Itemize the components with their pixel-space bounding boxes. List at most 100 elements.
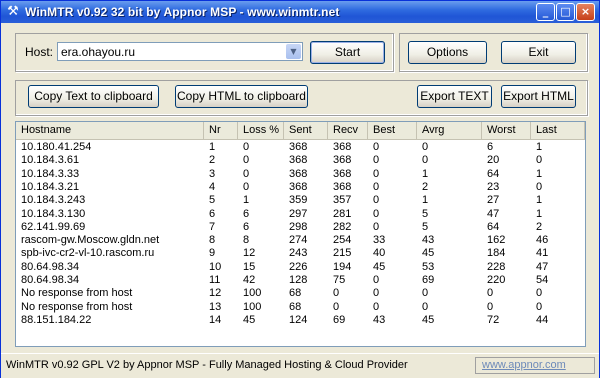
cell-hostname: rascom-gw.Moscow.gldn.net xyxy=(21,234,160,247)
window-title: WinMTR v0.92 32 bit by Appnor MSP - www.… xyxy=(25,5,340,19)
cell-best: 0 xyxy=(373,287,380,300)
cell-best: 40 xyxy=(373,247,386,260)
title-bar[interactable]: ⚒ WinMTR v0.92 32 bit by Appnor MSP - ww… xyxy=(1,1,599,23)
cell-hostname: 10.184.3.61 xyxy=(21,154,80,167)
table-row[interactable]: 10.184.3.21 4 0 368 368 0 2 23 0 xyxy=(16,181,585,194)
cell-avrg: 1 xyxy=(422,167,429,180)
cell-loss: 8 xyxy=(243,234,250,247)
minimize-button[interactable]: _ xyxy=(536,3,555,21)
options-button[interactable]: Options xyxy=(408,41,487,64)
cell-recv: 282 xyxy=(333,220,352,233)
table-row[interactable]: 10.184.3.243 5 1 359 357 0 1 27 1 xyxy=(16,194,585,207)
table-row[interactable]: 10.184.3.61 2 0 368 368 0 0 20 0 xyxy=(16,154,585,167)
table-row[interactable]: spb-ivc-cr2-vl-10.rascom.ru 9 12 243 215 40 45… xyxy=(16,247,585,260)
table-row[interactable]: rascom-gw.Moscow.gldn.net 8 8 274 254 33 43 162… xyxy=(16,234,585,247)
cell-hostname: 62.141.99.69 xyxy=(21,220,86,233)
cell-avrg: 45 xyxy=(422,247,435,260)
cell-recv: 69 xyxy=(333,313,346,326)
cell-worst: 64 xyxy=(487,167,500,180)
cell-last: 1 xyxy=(536,194,543,207)
table-row[interactable]: 80.64.98.34 10 15 226 194 45 53 228 47 xyxy=(16,261,585,274)
table-row[interactable]: 62.141.99.69 7 6 298 282 0 5 64 2 xyxy=(16,221,585,234)
column-header-loss[interactable]: Loss % xyxy=(238,122,284,139)
cell-loss: 0 xyxy=(243,154,250,167)
cell-recv: 357 xyxy=(333,194,352,207)
table-row[interactable]: 10.184.3.130 6 6 297 281 0 5 47 1 xyxy=(16,208,585,221)
cell-loss: 6 xyxy=(243,207,250,220)
status-bar: WinMTR v0.92 GPL V2 by Appnor MSP - Full… xyxy=(1,353,599,378)
cell-loss: 42 xyxy=(243,274,256,286)
host-input[interactable]: era.ohayou.ru xyxy=(61,45,135,59)
host-label: Host: xyxy=(25,45,54,59)
cell-worst: 184 xyxy=(487,247,506,260)
table-row[interactable]: 88.151.184.22 14 45 124 69 43 45 72 44 xyxy=(16,314,585,327)
cell-best: 0 xyxy=(373,300,380,313)
copy-html-button[interactable]: Copy HTML to clipboard xyxy=(175,85,308,108)
cell-best: 0 xyxy=(373,274,380,286)
cell-avrg: 69 xyxy=(422,274,435,286)
cell-sent: 68 xyxy=(289,300,302,313)
cell-loss: 6 xyxy=(243,220,250,233)
export-text-button[interactable]: Export TEXT xyxy=(417,85,492,108)
column-header-hostname[interactable]: Hostname xyxy=(16,122,204,139)
table-row[interactable]: 10.184.3.33 3 0 368 368 0 1 64 1 xyxy=(16,168,585,181)
cell-sent: 297 xyxy=(289,207,308,220)
column-header-recv[interactable]: Recv xyxy=(328,122,368,139)
winmtr-icon: ⚒ xyxy=(7,4,19,19)
list-header: Hostname Nr Loss % Sent Recv Best Avrg Worst Las… xyxy=(16,122,585,140)
table-row[interactable]: No response from host 12 100 68 0 0 0 0 0 xyxy=(16,287,585,300)
export-html-button[interactable]: Export HTML xyxy=(501,85,576,108)
winmtr-window: ⚒ WinMTR v0.92 32 bit by Appnor MSP - ww… xyxy=(0,0,600,378)
cell-nr: 13 xyxy=(209,300,222,313)
cell-hostname: 88.151.184.22 xyxy=(21,313,92,326)
cell-sent: 298 xyxy=(289,220,308,233)
table-row[interactable]: No response from host 13 100 68 0 0 0 0 0 xyxy=(16,301,585,314)
cell-worst: 27 xyxy=(487,194,500,207)
cell-best: 0 xyxy=(373,154,380,167)
cell-last: 0 xyxy=(536,287,543,300)
appnor-link[interactable]: www.appnor.com xyxy=(475,357,595,374)
cell-nr: 6 xyxy=(209,207,216,220)
host-combobox[interactable]: era.ohayou.ru ▼ xyxy=(57,42,303,61)
table-row[interactable]: 80.64.98.34 11 42 128 75 0 69 220 54 xyxy=(16,274,585,287)
cell-worst: 220 xyxy=(487,274,506,286)
cell-best: 33 xyxy=(373,234,386,247)
column-header-last[interactable]: Last xyxy=(531,122,585,139)
cell-worst: 162 xyxy=(487,234,506,247)
cell-avrg: 0 xyxy=(422,154,429,167)
close-button[interactable]: × xyxy=(576,3,595,21)
cell-recv: 0 xyxy=(333,287,340,300)
copy-text-button[interactable]: Copy Text to clipboard xyxy=(28,85,159,108)
cell-recv: 215 xyxy=(333,247,352,260)
cell-best: 0 xyxy=(373,180,380,193)
start-button[interactable]: Start xyxy=(310,41,385,64)
cell-avrg: 5 xyxy=(422,220,429,233)
cell-last: 44 xyxy=(536,313,549,326)
cell-sent: 274 xyxy=(289,234,308,247)
cell-hostname: 80.64.98.34 xyxy=(21,260,80,273)
table-row[interactable]: 10.180.41.254 1 0 368 368 0 0 6 1 xyxy=(16,141,585,154)
cell-worst: 0 xyxy=(487,300,494,313)
column-header-nr[interactable]: Nr xyxy=(204,122,238,139)
cell-avrg: 0 xyxy=(422,141,429,153)
maximize-button[interactable]: □ xyxy=(556,3,575,21)
exit-button[interactable]: Exit xyxy=(501,41,576,64)
cell-best: 0 xyxy=(373,167,380,180)
chevron-down-icon[interactable]: ▼ xyxy=(286,44,301,59)
column-header-best[interactable]: Best xyxy=(368,122,417,139)
results-listview[interactable]: Hostname Nr Loss % Sent Recv Best Avrg Worst Las… xyxy=(15,121,586,347)
cell-loss: 1 xyxy=(243,194,250,207)
cell-hostname: 10.184.3.130 xyxy=(21,207,86,220)
column-header-worst[interactable]: Worst xyxy=(482,122,531,139)
cell-avrg: 45 xyxy=(422,313,435,326)
cell-loss: 12 xyxy=(243,247,256,260)
cell-hostname: 10.184.3.243 xyxy=(21,194,86,207)
cell-worst: 47 xyxy=(487,207,500,220)
cell-recv: 368 xyxy=(333,180,352,193)
cell-recv: 368 xyxy=(333,141,352,153)
cell-worst: 23 xyxy=(487,180,500,193)
cell-avrg: 43 xyxy=(422,234,435,247)
cell-avrg: 53 xyxy=(422,260,435,273)
column-header-sent[interactable]: Sent xyxy=(284,122,328,139)
column-header-avrg[interactable]: Avrg xyxy=(417,122,482,139)
